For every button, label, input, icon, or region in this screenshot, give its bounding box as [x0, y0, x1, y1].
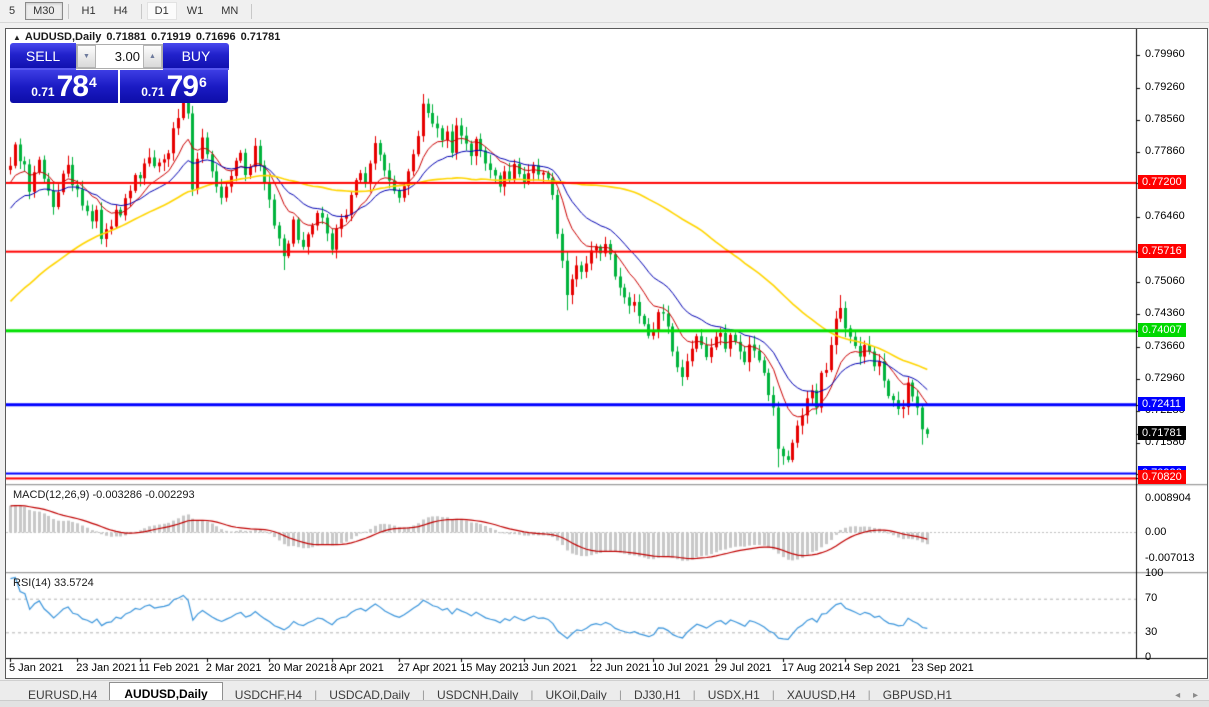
sell-price-prefix: 0.71 [31, 85, 55, 99]
price-line-badge: 0.71781 [1138, 425, 1186, 440]
timeframe-button-m30[interactable]: M30 [25, 2, 63, 20]
date-tick-label: 5 Jan 2021 [9, 662, 64, 674]
ohlc-close: 0.71781 [240, 31, 281, 43]
macd-axis-label: 0.00 [1145, 525, 1167, 538]
price-line-badge: 0.77200 [1138, 174, 1186, 189]
price-tick-label: 0.75060 [1145, 275, 1185, 288]
sell-price-big: 78 [56, 70, 89, 103]
chart-window: ▲ AUDUSD,Daily 0.71881 0.71919 0.71696 0.7178… [5, 28, 1208, 679]
timeframe-button-5[interactable]: 5 [1, 2, 23, 20]
rsi-axis-label: 70 [1145, 592, 1158, 605]
buy-price-display[interactable]: 0.71 79 6 [120, 70, 228, 103]
ohlc-low: 0.71696 [195, 31, 236, 43]
price-tick-label: 0.74360 [1145, 307, 1185, 320]
buy-price-big: 79 [166, 70, 199, 103]
date-tick-label: 17 Aug 2021 [781, 662, 844, 674]
price-tick-label: 0.79960 [1145, 48, 1185, 61]
sell-price-pip: 4 [88, 74, 97, 90]
date-tick-label: 10 Jul 2021 [652, 662, 710, 674]
date-tick-label: 15 May 2021 [460, 662, 524, 674]
sell-price-display[interactable]: 0.71 78 4 [10, 70, 118, 103]
rsi-axis-label: 30 [1145, 625, 1158, 638]
toolbar-separator [140, 3, 142, 19]
price-tick-label: 0.73660 [1145, 339, 1185, 352]
ohlc-open: 0.71881 [106, 31, 147, 43]
collapse-subwindow-icon[interactable]: ▲ [13, 33, 21, 42]
buy-button[interactable]: BUY [163, 43, 229, 70]
toolbar-separator [251, 3, 253, 19]
price-tick-label: 0.72960 [1145, 372, 1185, 385]
macd-indicator-label: MACD(12,26,9) -0.003286 -0.002293 [13, 489, 195, 501]
rsi-indicator-label: RSI(14) 33.5724 [13, 577, 94, 589]
timeframe-button-w1[interactable]: W1 [179, 2, 212, 20]
chart-title: ▲ AUDUSD,Daily 0.71881 0.71919 0.71696 0.7178… [13, 31, 280, 43]
price-line-badge: 0.75716 [1138, 243, 1186, 258]
date-tick-label: 20 Mar 2021 [268, 662, 330, 674]
price-tick-label: 0.78560 [1145, 112, 1185, 125]
price-line-badge: 0.72411 [1138, 396, 1185, 411]
date-tick-label: 3 Jun 2021 [522, 662, 578, 674]
price-tick-label: 0.77860 [1145, 145, 1185, 158]
ohlc-high: 0.71919 [151, 31, 191, 43]
rsi-axis-label: 100 [1145, 567, 1164, 579]
sell-button[interactable]: SELL [10, 43, 76, 70]
price-tick-label: 0.79260 [1145, 80, 1185, 93]
date-tick-label: 4 Sep 2021 [844, 662, 901, 674]
price-line-badge: 0.74007 [1138, 322, 1186, 337]
volume-spinner: ▼ ▲ [76, 44, 163, 69]
price-line-badge: 0.70820 [1138, 470, 1186, 485]
date-tick-label: 8 Apr 2021 [330, 662, 384, 674]
price-tick-label: 0.76460 [1145, 210, 1185, 223]
macd-axis-label: -0.007013 [1145, 552, 1195, 564]
volume-input[interactable] [96, 45, 143, 68]
timeframe-button-d1[interactable]: D1 [146, 2, 177, 20]
date-tick-label: 22 Jun 2021 [589, 662, 651, 674]
volume-decrease-icon[interactable]: ▼ [77, 45, 96, 68]
rsi-axis-label: 0 [1145, 651, 1152, 663]
date-tick-label: 23 Jan 2021 [76, 662, 137, 674]
date-tick-label: 2 Mar 2021 [205, 662, 262, 674]
timeframe-button-mn[interactable]: MN [213, 2, 246, 20]
buy-price-prefix: 0.71 [141, 85, 165, 99]
chart-canvas[interactable] [6, 29, 1207, 678]
date-tick-label: 23 Sep 2021 [911, 662, 974, 674]
volume-increase-icon[interactable]: ▲ [143, 45, 162, 68]
timeframe-button-h1[interactable]: H1 [74, 2, 104, 20]
toolbar-separator [67, 3, 69, 19]
date-tick-label: 27 Apr 2021 [397, 662, 458, 674]
timeframe-toolbar: 5 M30 H1 H4 D1 W1 MN [0, 0, 1209, 23]
buy-price-pip: 6 [198, 74, 207, 90]
chart-symbol-period: AUDUSD,Daily [24, 31, 102, 43]
macd-axis-label: 0.008904 [1145, 492, 1191, 504]
one-click-trading-panel: SELL ▼ ▲ BUY 0.71 78 4 0.71 79 6 [10, 43, 229, 103]
window-bottom-strip [0, 700, 1209, 707]
timeframe-button-h4[interactable]: H4 [106, 2, 136, 20]
date-tick-label: 29 Jul 2021 [714, 662, 772, 674]
date-tick-label: 11 Feb 2021 [138, 662, 200, 674]
